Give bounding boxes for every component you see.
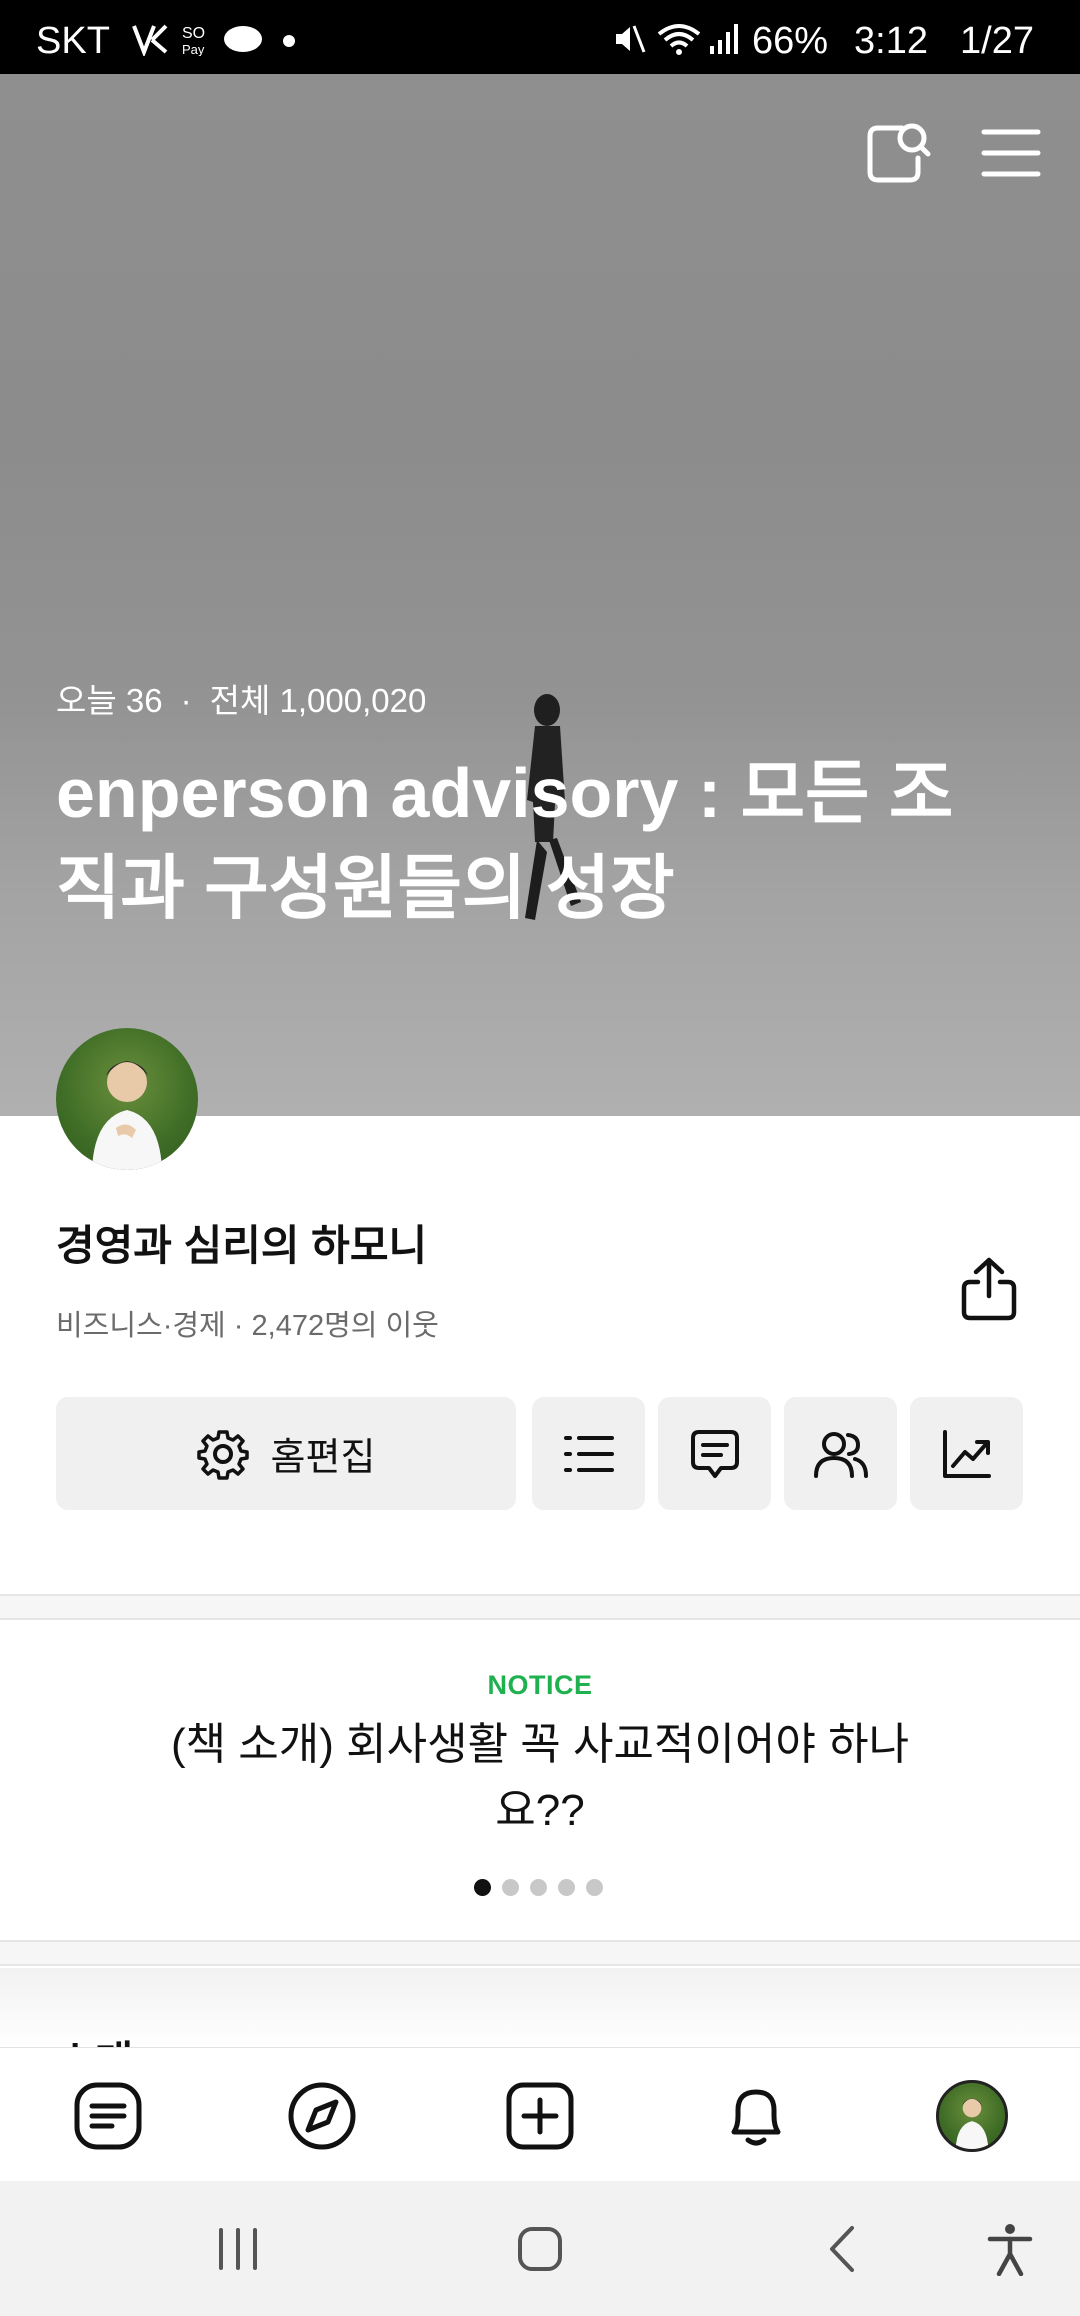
wifi-icon	[657, 24, 701, 55]
post-list-button[interactable]	[532, 1397, 645, 1510]
bell-icon	[731, 2089, 781, 2146]
pager-dot[interactable]	[530, 1879, 547, 1896]
section-divider	[0, 1594, 1080, 1620]
blog-title: enperson advisory : 모든 조직과 구성원들의 성장	[56, 754, 954, 927]
compass-icon	[288, 2082, 356, 2150]
tab-my-profile[interactable]	[932, 2076, 1012, 2156]
pager-dot-active[interactable]	[474, 1879, 491, 1896]
tab-discover[interactable]	[282, 2076, 362, 2156]
notification-dot-icon	[283, 35, 295, 47]
tab-feed[interactable]	[68, 2076, 148, 2156]
home-edit-label: 홈편집	[270, 1437, 376, 1479]
v-app-icon	[132, 24, 168, 56]
section-divider	[0, 1940, 1080, 1966]
menu-button[interactable]	[976, 118, 1046, 188]
date-label: 1/27	[960, 20, 1034, 62]
people-icon	[813, 1431, 868, 1478]
pay-app-icon: SOPay	[182, 25, 205, 56]
recent-apps-icon	[219, 2228, 257, 2270]
guestbook-button[interactable]	[658, 1397, 771, 1510]
status-bar: SKT SO Pay 66% 3:12 1/27	[0, 0, 1080, 74]
svg-text:Pay: Pay	[182, 42, 205, 56]
home-button[interactable]	[500, 2219, 580, 2279]
statistics-button[interactable]	[910, 1397, 1023, 1510]
blog-name[interactable]: 경영과 심리의 하모니	[56, 1212, 427, 1273]
total-visitors: 전체 1,000,020	[209, 682, 427, 719]
add-post-icon	[506, 2082, 574, 2150]
clock-label: 3:12	[854, 20, 928, 62]
stats-separator: ·	[180, 682, 192, 719]
hero-cover: 오늘 36 · 전체 1,000,020 enperson advisory : 모…	[0, 74, 1080, 1116]
pager-dot[interactable]	[502, 1879, 519, 1896]
my-profile-photo	[955, 2098, 989, 2149]
notice-pager[interactable]	[474, 1879, 603, 1896]
comment-icon	[690, 1429, 739, 1478]
today-visitors: 오늘 36	[56, 682, 163, 719]
chat-app-icon	[224, 26, 262, 52]
home-icon	[518, 2227, 562, 2271]
share-button[interactable]	[956, 1254, 1022, 1324]
profile-avatar[interactable]	[56, 1028, 198, 1170]
neighbors-button[interactable]	[784, 1397, 897, 1510]
pager-dot[interactable]	[586, 1879, 603, 1896]
tab-notifications[interactable]	[716, 2076, 796, 2156]
accessibility-icon	[987, 2224, 1033, 2276]
intro-heading: 소개	[56, 2028, 133, 2048]
home-edit-button[interactable]: 홈편집	[56, 1397, 516, 1510]
search-button[interactable]	[862, 118, 932, 188]
accessibility-button[interactable]	[970, 2219, 1050, 2279]
visitor-stats: 오늘 36 · 전체 1,000,020	[56, 674, 426, 722]
tab-write[interactable]	[500, 2076, 580, 2156]
battery-label: 66%	[752, 20, 829, 62]
carrier-label: SKT	[36, 20, 110, 62]
chart-icon	[942, 1429, 991, 1478]
feed-icon	[74, 2082, 142, 2150]
bottom-tab-bar	[0, 2047, 1080, 2181]
back-button[interactable]	[802, 2219, 882, 2279]
pager-dot[interactable]	[558, 1879, 575, 1896]
my-avatar	[936, 2080, 1008, 2152]
svg-text:SO: SO	[182, 25, 205, 42]
list-icon	[563, 1435, 614, 1472]
gear-icon	[196, 1429, 249, 1480]
profile-photo	[92, 1061, 162, 1170]
recent-apps-button[interactable]	[198, 2219, 278, 2279]
back-icon	[830, 2226, 854, 2272]
signal-icon	[710, 24, 738, 54]
blog-category-neighbors[interactable]: 비즈니스·경제 · 2,472명의 이웃	[56, 1302, 439, 1344]
intro-section-peek: 소개	[0, 1968, 1080, 2048]
mute-icon	[616, 25, 646, 53]
system-nav-bar	[0, 2181, 1080, 2316]
notice-label: NOTICE	[487, 1670, 593, 1700]
notice-title[interactable]: (책 소개) 회사생활 꼭 사교적이어야 하나요??	[130, 1712, 950, 1844]
